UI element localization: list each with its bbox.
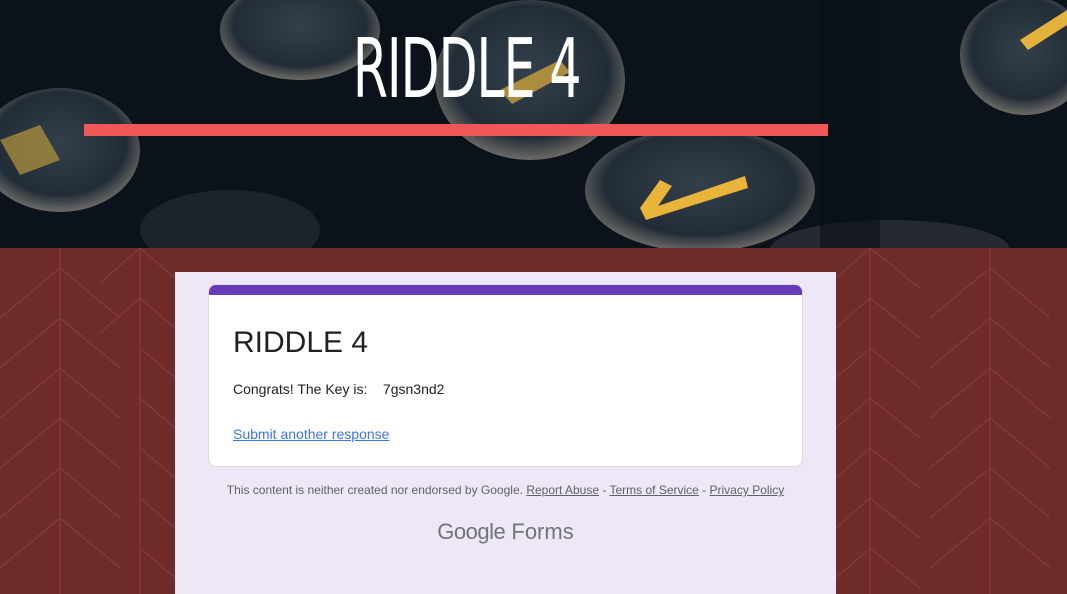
forms-wordmark: Forms bbox=[511, 519, 574, 544]
google-forms-logo[interactable]: Google Forms bbox=[175, 517, 836, 547]
privacy-policy-link[interactable]: Privacy Policy bbox=[710, 483, 785, 497]
confirmation-message: Congrats! The Key is: 7gsn3nd2 bbox=[233, 381, 445, 397]
report-abuse-link[interactable]: Report Abuse bbox=[526, 483, 599, 497]
separator: - bbox=[698, 483, 710, 497]
disclaimer-text: This content is neither created nor endo… bbox=[226, 483, 523, 497]
form-page: RIDDLE 4 RIDDLE 4 Congrats! The Key is: … bbox=[0, 0, 1067, 594]
separator: - bbox=[599, 483, 610, 497]
header-banner: RIDDLE 4 bbox=[0, 0, 1067, 248]
card-accent-bar bbox=[209, 285, 802, 295]
banner-title: RIDDLE 4 bbox=[352, 22, 582, 117]
content-column: RIDDLE 4 Congrats! The Key is: 7gsn3nd2 … bbox=[175, 272, 836, 594]
submit-another-response-link[interactable]: Submit another response bbox=[233, 424, 389, 444]
footer-disclaimer: This content is neither created nor endo… bbox=[175, 482, 836, 498]
form-title: RIDDLE 4 bbox=[233, 326, 369, 359]
confirmation-card: RIDDLE 4 Congrats! The Key is: 7gsn3nd2 … bbox=[208, 284, 803, 467]
banner-underline bbox=[84, 124, 828, 136]
terms-of-service-link[interactable]: Terms of Service bbox=[609, 483, 698, 497]
google-wordmark: Google bbox=[437, 519, 506, 544]
